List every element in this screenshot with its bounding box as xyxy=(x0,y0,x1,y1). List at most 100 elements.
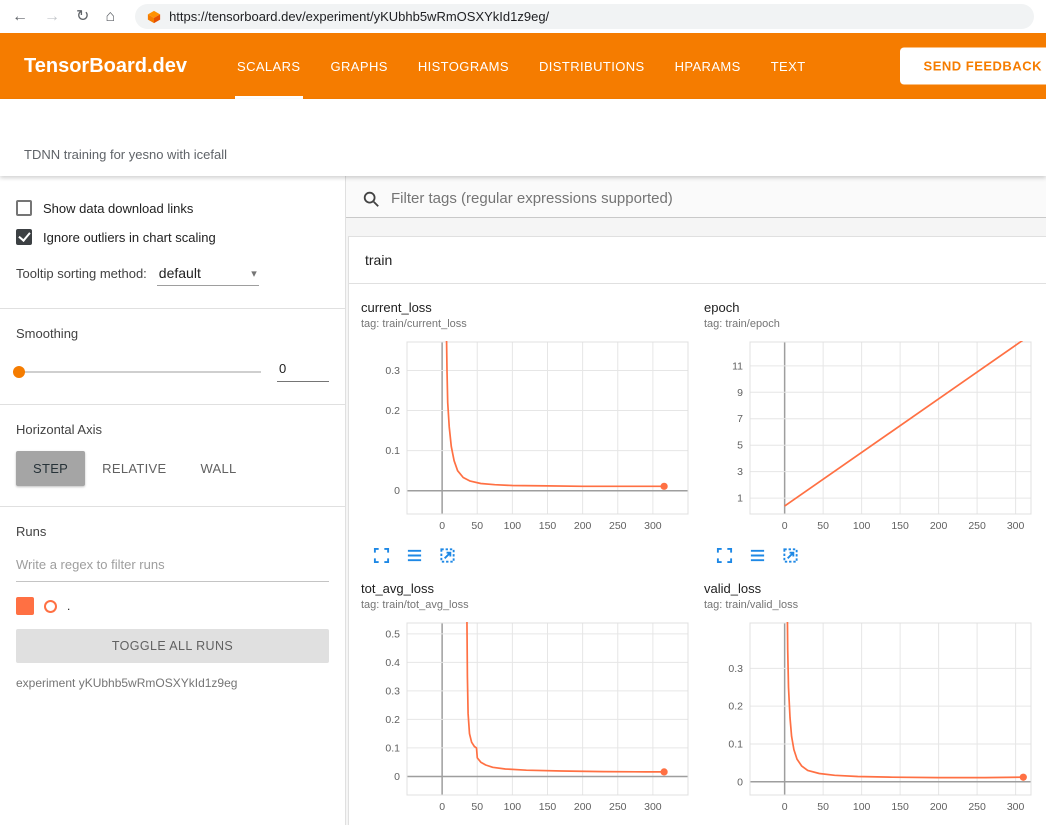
svg-text:0.2: 0.2 xyxy=(385,405,400,417)
svg-text:150: 150 xyxy=(539,801,557,813)
chart-tag: tag: train/valid_loss xyxy=(704,599,1037,611)
home-icon[interactable]: ⌂ xyxy=(105,9,115,25)
reload-icon[interactable]: ↻ xyxy=(76,9,89,25)
tensorboard-logo[interactable]: TensorBoard.dev xyxy=(24,55,187,78)
svg-text:0: 0 xyxy=(439,520,445,532)
chevron-down-icon: ▾ xyxy=(251,267,257,280)
ignore-outliers-checkbox[interactable] xyxy=(16,229,32,245)
forward-icon[interactable]: → xyxy=(44,9,60,25)
svg-text:300: 300 xyxy=(1007,520,1025,532)
log-scale-icon[interactable] xyxy=(406,547,423,564)
toggle-all-runs-button[interactable]: TOGGLE ALL RUNS xyxy=(16,629,329,663)
svg-text:0: 0 xyxy=(737,776,743,788)
experiment-header: TDNN training for yesno with icefall xyxy=(0,99,1046,176)
svg-text:50: 50 xyxy=(471,520,483,532)
svg-text:0.3: 0.3 xyxy=(385,685,400,697)
axis-relative-button[interactable]: RELATIVE xyxy=(85,451,183,486)
svg-text:300: 300 xyxy=(1007,801,1025,813)
filter-tags-input[interactable] xyxy=(389,189,1030,208)
svg-text:150: 150 xyxy=(891,520,909,532)
charts-main: train current_loss tag: train/current_lo… xyxy=(346,176,1046,825)
tab-scalars[interactable]: SCALARS xyxy=(237,33,301,99)
slider-thumb[interactable] xyxy=(13,366,25,378)
tooltip-sorting-dropdown[interactable]: default ▾ xyxy=(157,263,259,286)
tab-histograms[interactable]: HISTOGRAMS xyxy=(418,33,509,99)
tab-hparams[interactable]: HPARAMS xyxy=(675,33,741,99)
train-section-header[interactable]: train xyxy=(349,237,1046,284)
runs-filter-input[interactable] xyxy=(16,549,329,582)
url-text: https://tensorboard.dev/experiment/yKUbh… xyxy=(169,9,549,24)
tab-text[interactable]: TEXT xyxy=(771,33,806,99)
run-row: . xyxy=(16,597,329,615)
svg-text:50: 50 xyxy=(817,520,829,532)
log-scale-icon[interactable] xyxy=(749,547,766,564)
chart-epoch: epoch tag: train/epoch 05010015020025030… xyxy=(700,294,1041,569)
svg-text:300: 300 xyxy=(644,801,662,813)
run-checkbox[interactable] xyxy=(16,597,34,615)
svg-text:0: 0 xyxy=(782,520,788,532)
chart-toolbar xyxy=(704,540,1037,567)
send-feedback-button[interactable]: SEND FEEDBACK xyxy=(900,48,1046,85)
svg-text:0.1: 0.1 xyxy=(385,445,400,457)
address-bar[interactable]: https://tensorboard.dev/experiment/yKUbh… xyxy=(135,4,1034,29)
line-chart-epoch[interactable]: 0501001502002503001357911 xyxy=(704,336,1039,540)
tab-distributions[interactable]: DISTRIBUTIONS xyxy=(539,33,645,99)
tab-graphs[interactable]: GRAPHS xyxy=(331,33,388,99)
browser-toolbar: ← → ↻ ⌂ https://tensorboard.dev/experime… xyxy=(0,0,1046,33)
svg-text:11: 11 xyxy=(732,360,743,372)
line-chart-tot-avg-loss[interactable]: 05010015020025030000.10.20.30.40.5 xyxy=(361,617,696,821)
svg-text:0.2: 0.2 xyxy=(728,701,743,713)
svg-text:0.3: 0.3 xyxy=(385,365,400,377)
experiment-caption: experiment yKUbhb5wRmOSXYkId1z9eg xyxy=(16,676,329,690)
fit-domain-icon[interactable] xyxy=(439,547,456,564)
divider xyxy=(0,404,345,405)
svg-text:50: 50 xyxy=(471,801,483,813)
chart-current-loss: current_loss tag: train/current_loss 050… xyxy=(357,294,698,569)
line-chart-current-loss[interactable]: 05010015020025030000.10.20.3 xyxy=(361,336,696,540)
back-icon[interactable]: ← xyxy=(12,9,28,25)
tensorboard-favicon-icon xyxy=(147,10,161,24)
divider xyxy=(0,308,345,309)
fit-domain-icon[interactable] xyxy=(782,547,799,564)
app-header: TensorBoard.dev SCALARS GRAPHS HISTOGRAM… xyxy=(0,33,1046,99)
svg-text:0: 0 xyxy=(394,485,400,497)
run-color-swatch-icon xyxy=(44,600,57,613)
chart-title: current_loss xyxy=(361,300,694,315)
smoothing-label: Smoothing xyxy=(16,326,329,341)
chart-toolbar xyxy=(361,540,694,567)
show-download-links-checkbox[interactable] xyxy=(16,200,32,216)
divider xyxy=(0,506,345,507)
svg-text:50: 50 xyxy=(817,801,829,813)
horizontal-axis-buttons: STEP RELATIVE WALL xyxy=(16,451,329,486)
axis-wall-button[interactable]: WALL xyxy=(183,451,253,486)
chart-toolbar xyxy=(704,821,1037,825)
smoothing-value-input[interactable] xyxy=(277,361,329,382)
svg-text:200: 200 xyxy=(930,801,948,813)
svg-text:100: 100 xyxy=(853,520,871,532)
tooltip-sorting-row: Tooltip sorting method: default ▾ xyxy=(16,263,329,286)
checkbox-label: Ignore outliers in chart scaling xyxy=(43,230,216,245)
svg-text:7: 7 xyxy=(737,413,743,425)
content-area: Show data download links Ignore outliers… xyxy=(0,176,1046,825)
train-section-card: train current_loss tag: train/current_lo… xyxy=(348,236,1046,825)
line-chart-valid-loss[interactable]: 05010015020025030000.10.20.3 xyxy=(704,617,1039,821)
expand-chart-icon[interactable] xyxy=(373,547,390,564)
svg-text:0.5: 0.5 xyxy=(385,628,400,640)
svg-text:1: 1 xyxy=(737,493,743,505)
dropdown-value: default xyxy=(159,265,201,281)
svg-text:250: 250 xyxy=(968,520,986,532)
charts-grid: current_loss tag: train/current_loss 050… xyxy=(349,284,1046,825)
svg-text:0: 0 xyxy=(439,801,445,813)
svg-text:150: 150 xyxy=(891,801,909,813)
chart-title: epoch xyxy=(704,300,1037,315)
svg-text:3: 3 xyxy=(737,466,743,478)
settings-sidebar: Show data download links Ignore outliers… xyxy=(0,176,346,825)
smoothing-slider-row xyxy=(16,361,329,382)
axis-step-button[interactable]: STEP xyxy=(16,451,85,486)
runs-label: Runs xyxy=(16,524,329,539)
expand-chart-icon[interactable] xyxy=(716,547,733,564)
show-download-links-row: Show data download links xyxy=(16,200,329,216)
checkbox-label: Show data download links xyxy=(43,201,193,216)
svg-text:100: 100 xyxy=(504,801,522,813)
smoothing-slider[interactable] xyxy=(16,371,261,373)
